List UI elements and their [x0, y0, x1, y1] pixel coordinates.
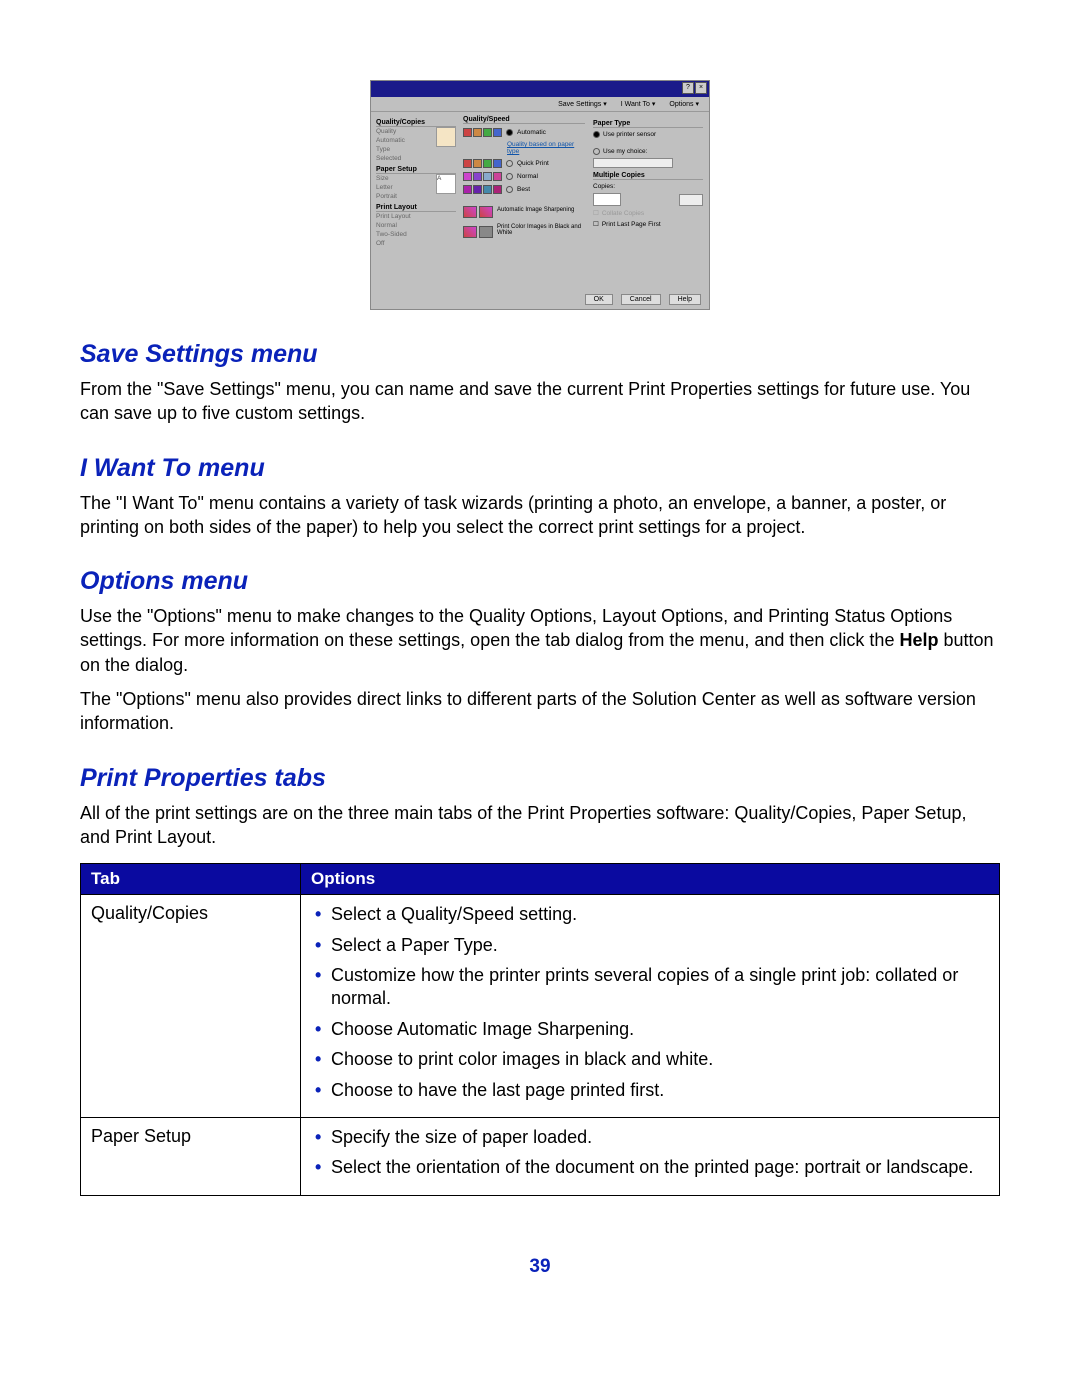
print-properties-tabs-heading: Print Properties tabs	[80, 764, 1000, 793]
dialog-menu-row: Save Settings ▾ I Want To ▾ Options ▾	[371, 97, 709, 112]
table-row: Paper Setup Specify the size of paper lo…	[81, 1118, 1000, 1196]
tab-name-cell: Paper Setup	[81, 1118, 301, 1196]
table-row: Quality/Copies Select a Quality/Speed se…	[81, 895, 1000, 1118]
page-number: 39	[80, 1256, 1000, 1278]
save-settings-menu: Save Settings ▾	[558, 100, 607, 108]
list-item: Choose to print color images in black an…	[315, 1048, 989, 1071]
options-menu: Options ▾	[669, 100, 699, 108]
save-settings-heading: Save Settings menu	[80, 340, 1000, 369]
list-item: Select the orientation of the document o…	[315, 1156, 989, 1179]
dialog-titlebar: ? ×	[371, 81, 709, 97]
list-item: Customize how the printer prints several…	[315, 964, 989, 1011]
print-properties-dialog-screenshot: ? × Save Settings ▾ I Want To ▾ Options …	[370, 80, 710, 310]
ok-button-image: OK	[585, 294, 613, 305]
table-header-tab: Tab	[81, 864, 301, 895]
table-header-options: Options	[301, 864, 1000, 895]
i-want-to-heading: I Want To menu	[80, 454, 1000, 483]
list-item: Select a Quality/Speed setting.	[315, 903, 989, 926]
save-settings-text: From the "Save Settings" menu, you can n…	[80, 377, 1000, 426]
list-item: Select a Paper Type.	[315, 934, 989, 957]
options-heading: Options menu	[80, 567, 1000, 596]
print-layout-group: Print Layout	[376, 204, 456, 212]
list-item: Specify the size of paper loaded.	[315, 1126, 989, 1149]
help-titlebar-icon: ?	[682, 82, 694, 94]
i-want-to-menu: I Want To ▾	[621, 100, 656, 108]
options-text-2: The "Options" menu also provides direct …	[80, 687, 1000, 736]
close-icon: ×	[695, 82, 707, 94]
print-properties-table: Tab Options Quality/Copies Select a Qual…	[80, 863, 1000, 1196]
tab-options-cell: Specify the size of paper loaded. Select…	[301, 1118, 1000, 1196]
options-text-1: Use the "Options" menu to make changes t…	[80, 604, 1000, 677]
list-item: Choose Automatic Image Sharpening.	[315, 1018, 989, 1041]
tab-options-cell: Select a Quality/Speed setting. Select a…	[301, 895, 1000, 1118]
list-item: Choose to have the last page printed fir…	[315, 1079, 989, 1102]
print-properties-tabs-text: All of the print settings are on the thr…	[80, 801, 1000, 850]
dialog-left-panel: Quality/Copies Quality Automatic Type Se…	[371, 112, 459, 284]
i-want-to-text: The "I Want To" menu contains a variety …	[80, 491, 1000, 540]
tab-name-cell: Quality/Copies	[81, 895, 301, 1118]
quality-copies-group: Quality/Copies	[376, 119, 456, 127]
help-button-image: Help	[669, 294, 701, 305]
cancel-button-image: Cancel	[621, 294, 661, 305]
paper-setup-group: Paper Setup	[376, 166, 456, 174]
dialog-right-panel: Paper Type Use printer sensor Use my cho…	[589, 112, 707, 284]
dialog-quality-speed-panel: Quality/Speed Automatic Quality based on…	[459, 112, 589, 284]
